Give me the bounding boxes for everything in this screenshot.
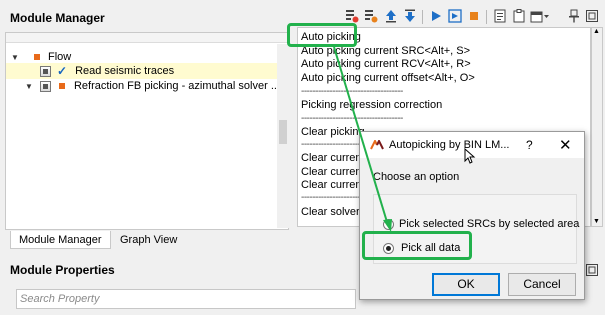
annotation-arrow: [333, 46, 392, 232]
